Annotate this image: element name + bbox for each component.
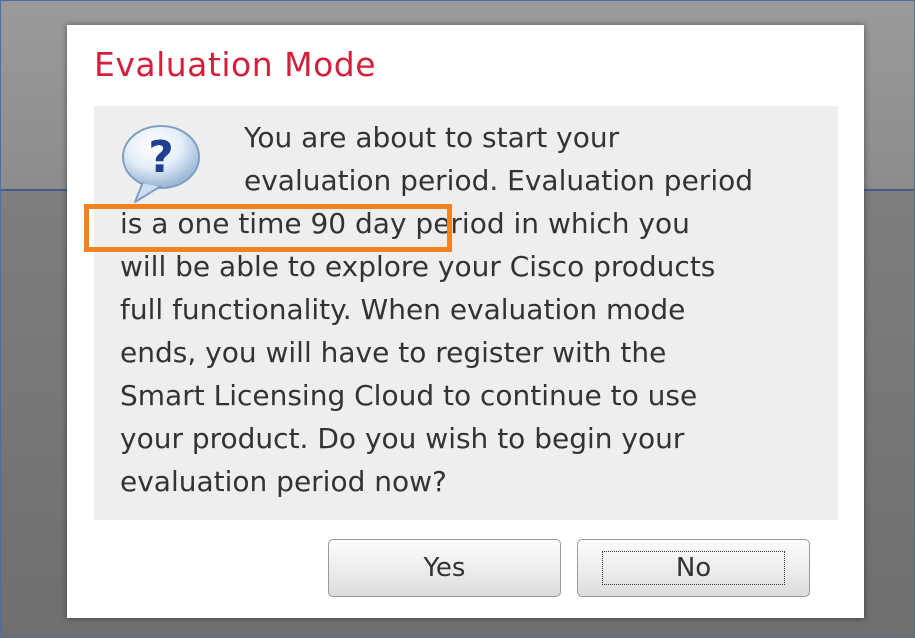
message-line: Smart Licensing Cloud to continue to use: [120, 379, 698, 412]
message-line: You are about to start your: [244, 121, 620, 154]
yes-button[interactable]: Yes: [328, 539, 561, 597]
message-line: full functionality. When evaluation mode: [120, 293, 686, 326]
dialog-title: Evaluation Mode: [94, 45, 377, 84]
message-line: ends, you will have to register with the: [120, 336, 667, 369]
yes-button-label: Yes: [423, 553, 466, 583]
dialog-message: You are about to start your evaluation p…: [120, 116, 820, 503]
evaluation-mode-dialog: Evaluation Mode ? You are about to start…: [67, 25, 864, 618]
message-line: evaluation period now?: [120, 465, 447, 498]
message-line: evaluation period. Evaluation period: [244, 164, 754, 197]
message-line: your product. Do you wish to begin your: [120, 422, 685, 455]
no-button[interactable]: No: [577, 539, 810, 597]
message-line: will be able to explore your Cisco produ…: [120, 250, 716, 283]
message-panel: ? You are about to start your evaluation…: [84, 106, 838, 520]
message-line: is a one time 90 day period in which you: [120, 207, 690, 240]
no-button-label: No: [675, 553, 712, 583]
